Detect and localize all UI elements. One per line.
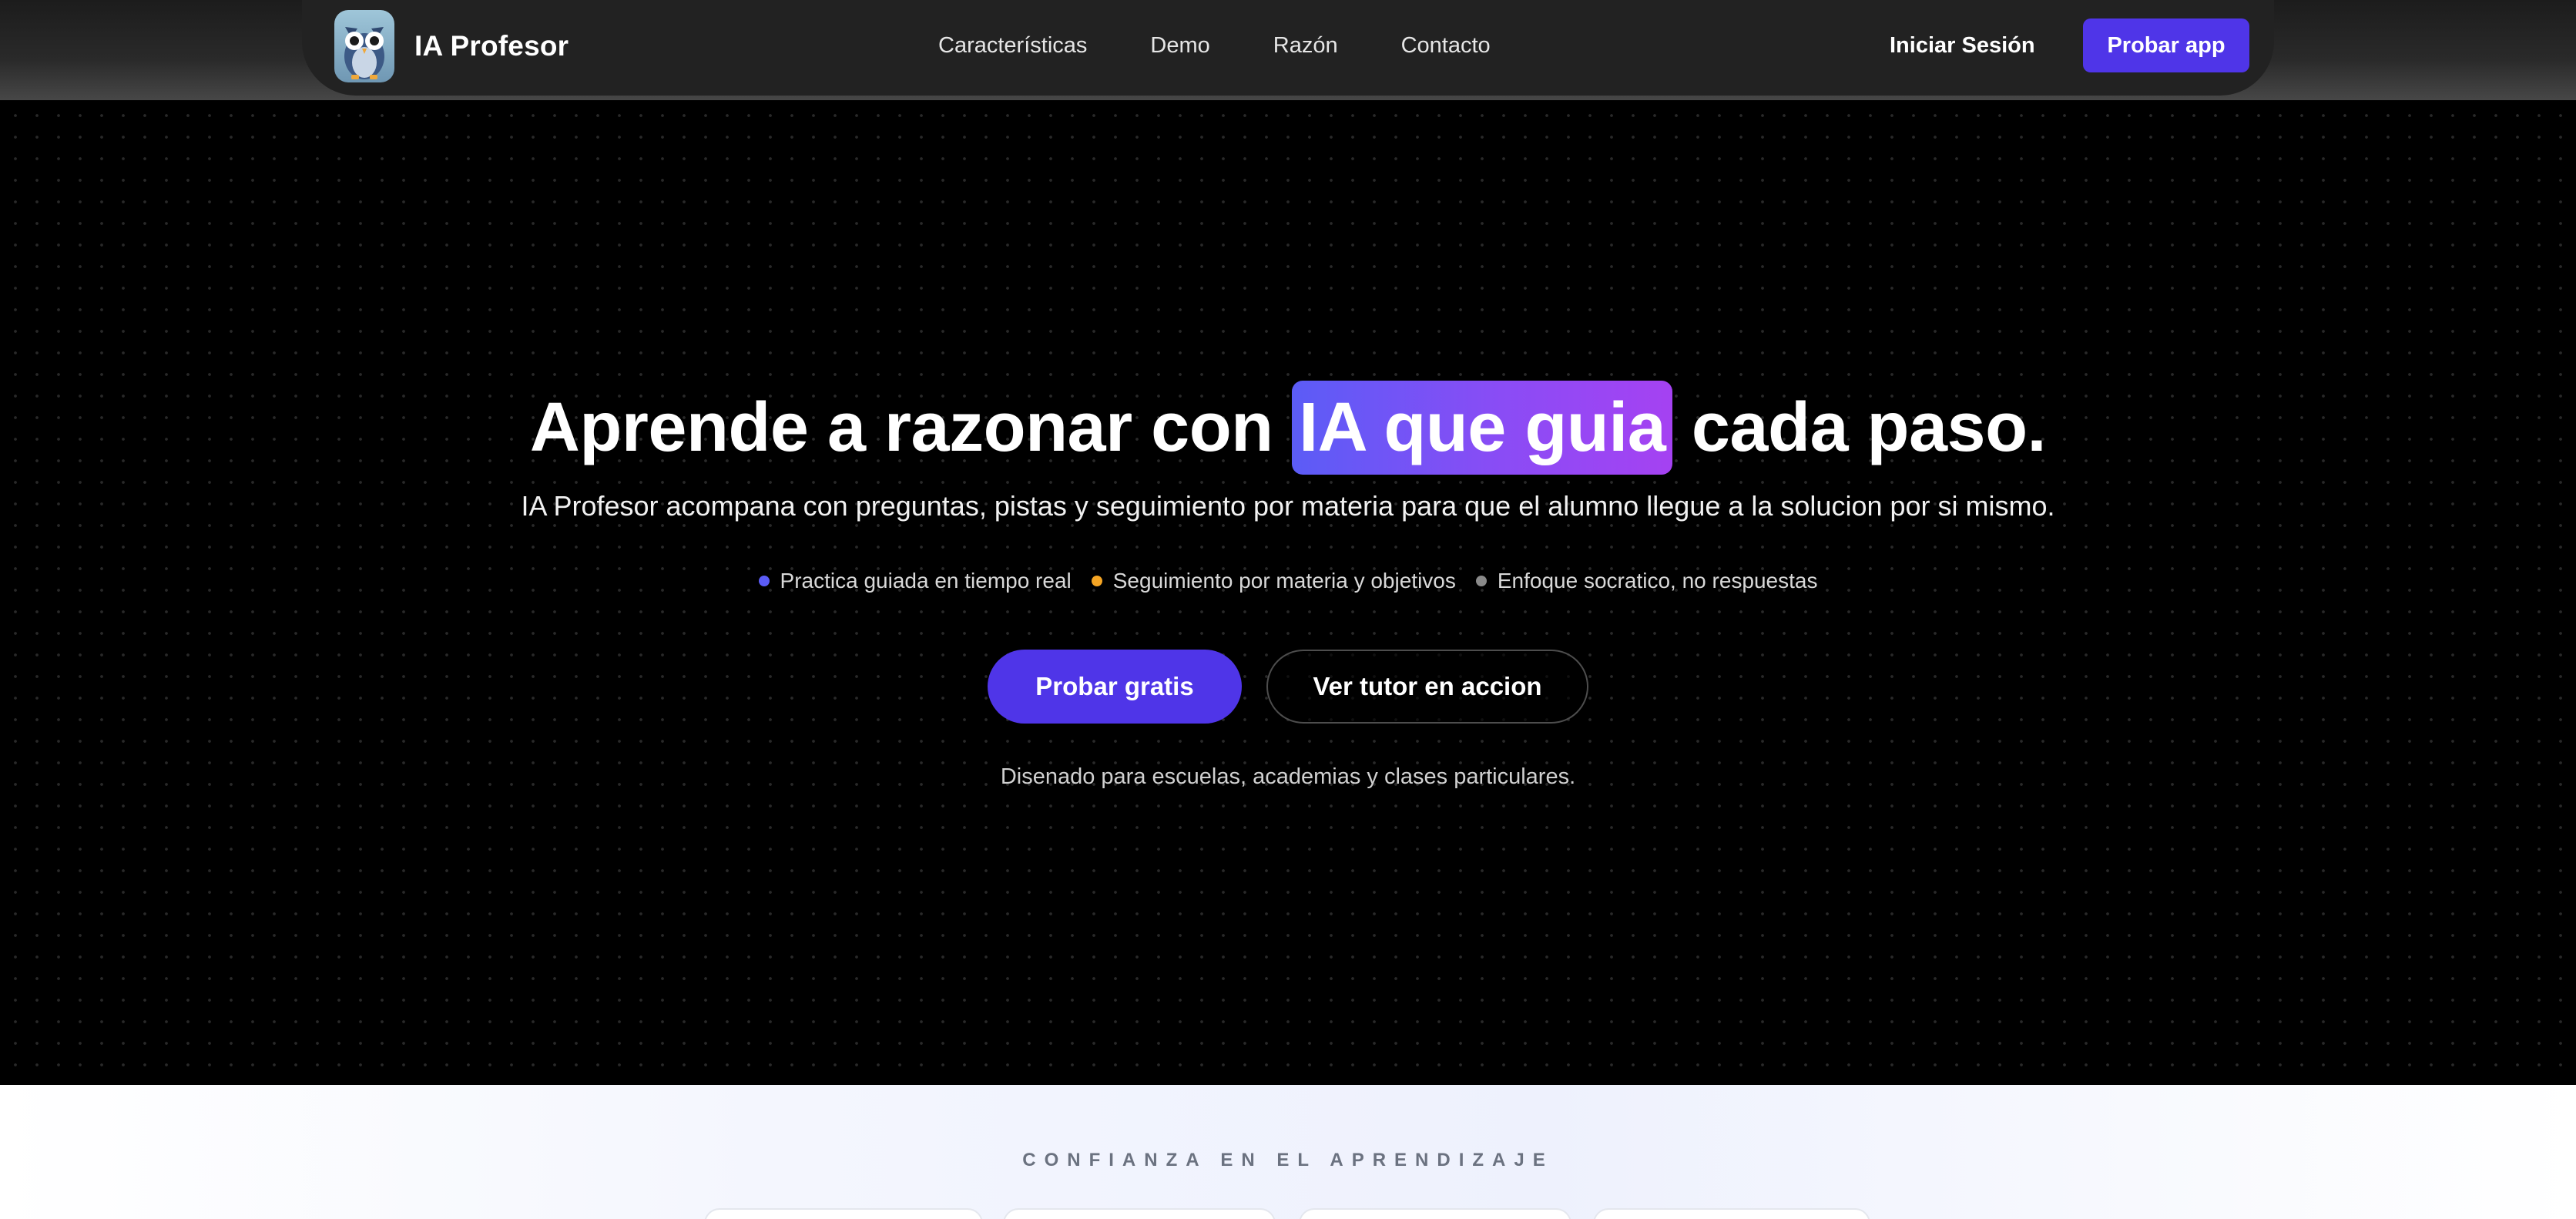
hero-note: Disenado para escuelas, academias y clas…: [1000, 764, 1576, 789]
brand-name: IA Profesor: [414, 30, 569, 62]
bullet-text: Enfoque socratico, no respuestas: [1497, 569, 1818, 593]
bullet-dot-icon: [758, 576, 770, 586]
hero-subtitle: IA Profesor acompana con preguntas, pist…: [521, 490, 2055, 522]
see-tutor-button[interactable]: Ver tutor en accion: [1266, 650, 1588, 724]
top-navigation: IA Profesor Características Demo Razón C…: [302, 0, 2274, 96]
bullet-text: Seguimiento por materia y objetivos: [1112, 569, 1456, 593]
nav-link-razon[interactable]: Razón: [1273, 33, 1338, 59]
feature-bullet: Seguimiento por materia y objetivos: [1091, 569, 1456, 593]
trust-card: [1299, 1208, 1571, 1219]
trust-card: [1593, 1208, 1870, 1219]
hero-headline: Aprende a razonar con IA que guia cada p…: [0, 378, 2576, 478]
try-free-button[interactable]: Probar gratis: [988, 650, 1242, 724]
feature-bullet: Enfoque socratico, no respuestas: [1475, 569, 1818, 593]
bullet-dot-icon: [1475, 576, 1487, 586]
nav-link-demo[interactable]: Demo: [1150, 33, 1209, 59]
hero-cta-row: Probar gratis Ver tutor en accion: [0, 650, 2576, 724]
feature-bullets: Practica guiada en tiempo real Seguimien…: [0, 569, 2576, 593]
trust-section: CONFIANZA EN EL APRENDIZAJE: [0, 1085, 2576, 1219]
login-link[interactable]: Iniciar Sesión: [1890, 0, 2035, 91]
nav-links: Características Demo Razón Contacto: [938, 0, 1491, 91]
trust-label: CONFIANZA EN EL APRENDIZAJE: [1022, 1150, 1554, 1170]
bullet-dot-icon: [1091, 576, 1102, 586]
bullet-text: Practica guiada en tiempo real: [780, 569, 1072, 593]
headline-before: Aprende a razonar con: [529, 389, 1273, 466]
owl-logo-icon: [334, 10, 394, 82]
feature-bullet: Practica guiada en tiempo real: [758, 569, 1072, 593]
trust-card: [704, 1208, 983, 1219]
try-app-button[interactable]: Probar app: [2083, 18, 2249, 72]
nav-link-caracteristicas[interactable]: Características: [938, 33, 1087, 59]
headline-after: cada paso.: [1691, 389, 2047, 466]
headline-highlight: IA que guia: [1292, 381, 1673, 475]
trust-card: [1003, 1208, 1276, 1219]
brand[interactable]: IA Profesor: [334, 9, 569, 83]
nav-link-contacto[interactable]: Contacto: [1401, 33, 1491, 59]
